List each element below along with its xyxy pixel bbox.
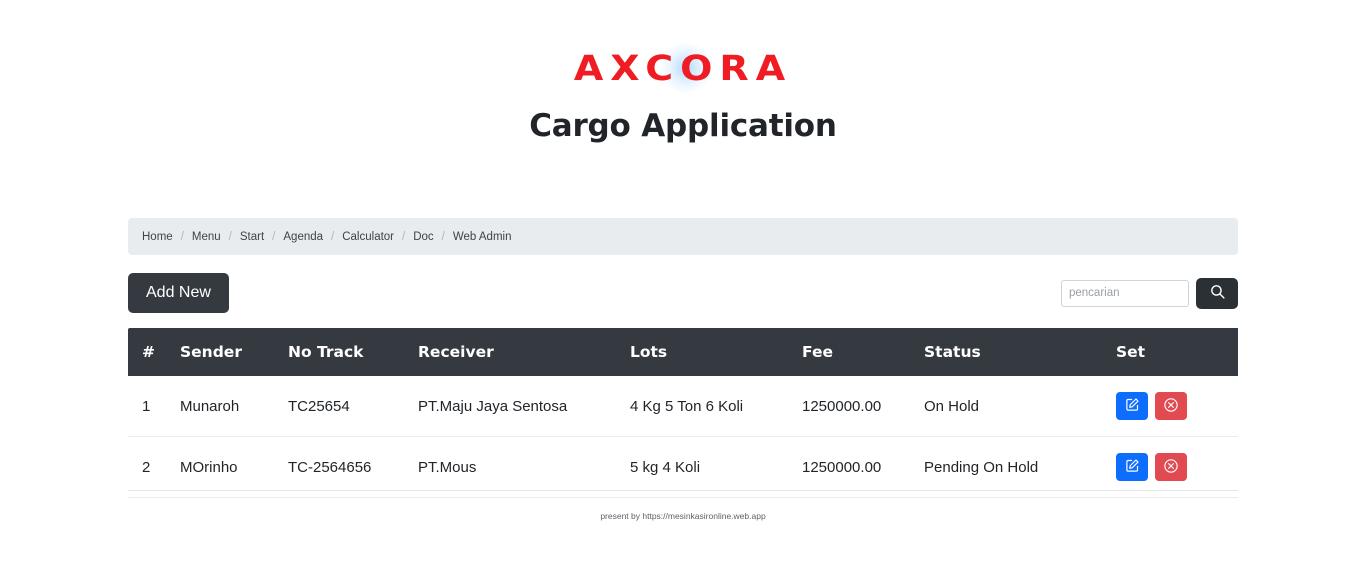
cell-no-track: TC-2564656 <box>288 436 418 498</box>
axcora-logo: AXCORA <box>573 42 793 94</box>
cell-lots: 5 kg 4 Koli <box>630 436 802 498</box>
cargo-table-wrapper: # Sender No Track Receiver Lots Fee Stat… <box>128 328 1238 498</box>
main-container: Home / Menu / Start / Agenda / Calculato… <box>128 218 1238 498</box>
breadcrumb-separator: / <box>331 230 335 243</box>
footer-credit: present by https://mesinkasironline.web.… <box>600 511 766 521</box>
column-header-status: Status <box>924 328 1116 376</box>
cell-sender: MOrinho <box>180 436 288 498</box>
cell-fee: 1250000.00 <box>802 436 924 498</box>
search-button[interactable] <box>1196 277 1238 309</box>
breadcrumb-separator: / <box>180 230 184 243</box>
cell-lots: 4 Kg 5 Ton 6 Koli <box>630 376 802 437</box>
breadcrumb-item-web-admin[interactable]: Web Admin <box>453 231 512 243</box>
column-header-num: # <box>128 328 180 376</box>
footer-divider <box>128 490 1238 491</box>
breadcrumb-separator: / <box>228 230 232 243</box>
cargo-table: # Sender No Track Receiver Lots Fee Stat… <box>128 328 1238 498</box>
cell-num: 2 <box>128 436 180 498</box>
search-group <box>1061 277 1238 309</box>
cell-receiver: PT.Mous <box>418 436 630 498</box>
table-row: 2 MOrinho TC-2564656 PT.Mous 5 kg 4 Koli… <box>128 436 1238 498</box>
cell-set <box>1116 376 1238 437</box>
cell-no-track: TC25654 <box>288 376 418 437</box>
breadcrumb-item-agenda[interactable]: Agenda <box>283 231 323 243</box>
breadcrumb-item-start[interactable]: Start <box>240 231 264 243</box>
column-header-no-track: No Track <box>288 328 418 376</box>
breadcrumb-separator: / <box>402 230 406 243</box>
breadcrumb: Home / Menu / Start / Agenda / Calculato… <box>128 218 1238 255</box>
delete-button[interactable] <box>1155 392 1187 420</box>
edit-pencil-icon <box>1125 458 1140 476</box>
row-actions <box>1116 453 1238 481</box>
breadcrumb-item-menu[interactable]: Menu <box>192 231 221 243</box>
axcora-logo-text: AXCORA <box>573 47 793 89</box>
table-head: # Sender No Track Receiver Lots Fee Stat… <box>128 328 1238 376</box>
row-actions <box>1116 392 1238 420</box>
table-row: 1 Munaroh TC25654 PT.Maju Jaya Sentosa 4… <box>128 376 1238 437</box>
delete-button[interactable] <box>1155 453 1187 481</box>
cell-set <box>1116 436 1238 498</box>
breadcrumb-item-doc[interactable]: Doc <box>413 231 433 243</box>
cell-sender: Munaroh <box>180 376 288 437</box>
search-input[interactable] <box>1061 279 1189 307</box>
edit-pencil-icon <box>1125 397 1140 415</box>
column-header-receiver: Receiver <box>418 328 630 376</box>
search-icon <box>1209 283 1226 303</box>
column-header-fee: Fee <box>802 328 924 376</box>
column-header-set: Set <box>1116 328 1238 376</box>
table-body: 1 Munaroh TC25654 PT.Maju Jaya Sentosa 4… <box>128 376 1238 498</box>
edit-button[interactable] <box>1116 392 1148 420</box>
breadcrumb-item-home[interactable]: Home <box>142 231 173 243</box>
cell-fee: 1250000.00 <box>802 376 924 437</box>
breadcrumb-item-calculator[interactable]: Calculator <box>342 231 394 243</box>
delete-circle-x-icon <box>1163 397 1179 416</box>
column-header-lots: Lots <box>630 328 802 376</box>
delete-circle-x-icon <box>1163 458 1179 477</box>
app-page: AXCORA Cargo Application Home / Menu / S… <box>0 0 1366 564</box>
cell-status: On Hold <box>924 376 1116 437</box>
edit-button[interactable] <box>1116 453 1148 481</box>
breadcrumb-separator: / <box>441 230 445 243</box>
table-header-row: # Sender No Track Receiver Lots Fee Stat… <box>128 328 1238 376</box>
breadcrumb-separator: / <box>272 230 276 243</box>
cell-status: Pending On Hold <box>924 436 1116 498</box>
toolbar: Add New <box>128 272 1238 314</box>
column-header-sender: Sender <box>180 328 288 376</box>
page-title: Cargo Application <box>529 108 837 144</box>
cell-receiver: PT.Maju Jaya Sentosa <box>418 376 630 437</box>
brand-header: AXCORA Cargo Application <box>0 0 1366 144</box>
add-new-button[interactable]: Add New <box>128 273 229 313</box>
cell-num: 1 <box>128 376 180 437</box>
